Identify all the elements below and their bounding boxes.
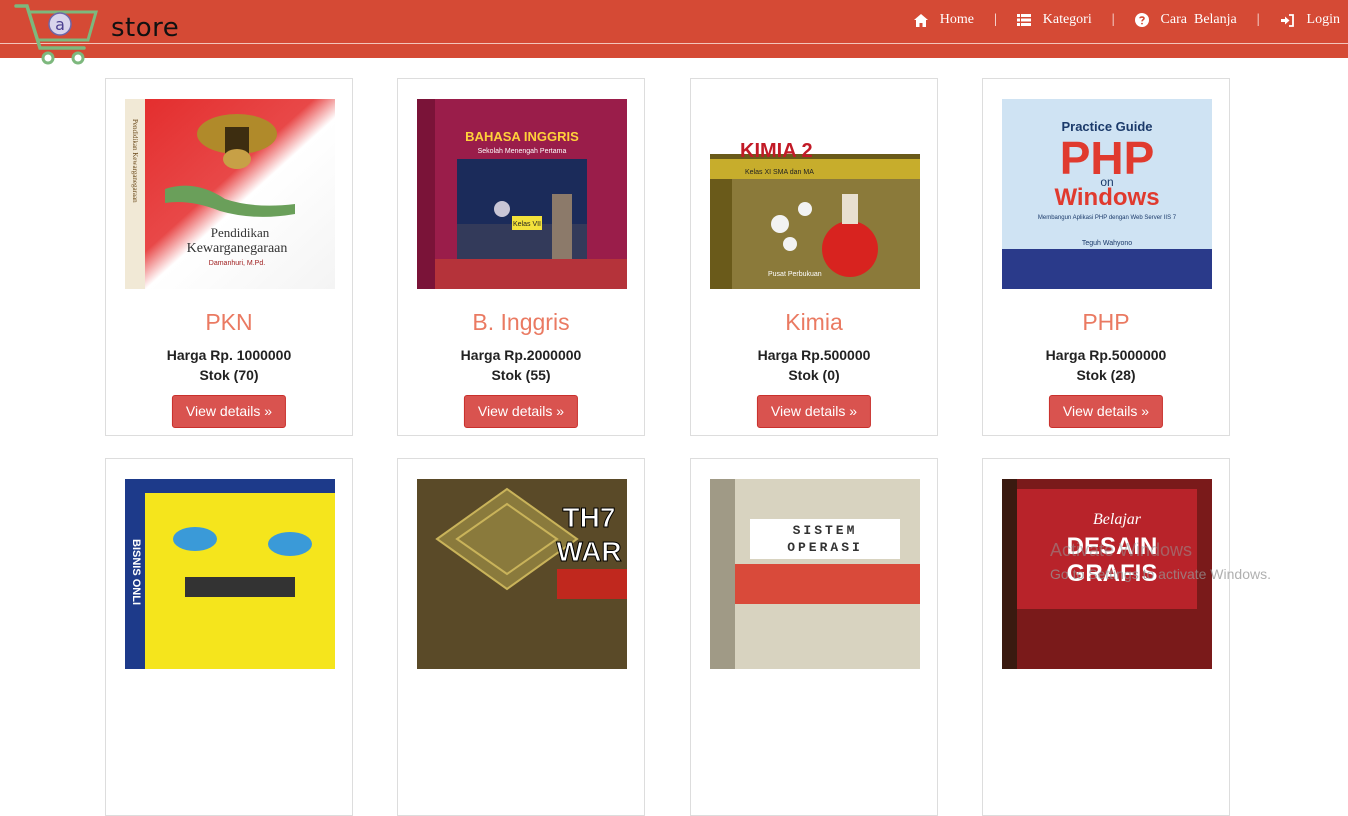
product-price: Harga Rp.2000000: [460, 347, 582, 363]
product-price: Harga Rp.500000: [757, 347, 871, 363]
svg-text:BISNIS ONLI: BISNIS ONLI: [130, 539, 142, 605]
view-details-button[interactable]: View details »: [463, 395, 579, 428]
svg-text:Kelas VII: Kelas VII: [513, 221, 541, 228]
shopping-cart-logo: a: [14, 4, 98, 65]
top-navbar: Home | Kategori | Cara Belanja | Login: [0, 0, 1348, 58]
product-cover-image[interactable]: Pendidikan Kewarganegaraan Damanhuri, M.…: [125, 99, 335, 289]
product-card-desain-grafis: Belajar DESAIN GRAFIS: [982, 458, 1230, 816]
product-cover-image[interactable]: KIMIA 2 Kelas XI SMA dan MA Pusat Perbuk…: [710, 99, 920, 289]
nav-login-label: Login: [1306, 12, 1340, 27]
product-stock: Stok (70): [199, 367, 259, 383]
product-cover-image[interactable]: BISNIS ONLI: [125, 479, 335, 669]
product-card-kimia: KIMIA 2 Kelas XI SMA dan MA Pusat Perbuk…: [690, 78, 938, 436]
nav-links: Home | Kategori | Cara Belanja | Login: [913, 0, 1340, 40]
svg-text:OPERASI: OPERASI: [787, 540, 863, 555]
navbar-divider: [0, 43, 1348, 44]
product-card-pkn: Pendidikan Kewarganegaraan Damanhuri, M.…: [105, 78, 353, 436]
svg-text:Belajar: Belajar: [1093, 511, 1142, 528]
svg-text:Pendidikan: Pendidikan: [211, 225, 270, 240]
product-card-th7-war: TH7 WAR: [397, 458, 645, 816]
product-price: Harga Rp. 1000000: [166, 347, 292, 363]
product-card-sistem-operasi: SISTEM OPERASI: [690, 458, 938, 816]
svg-text:Kewarganegaraan: Kewarganegaraan: [187, 241, 288, 256]
question-circle-icon: [1134, 13, 1149, 27]
view-details-button[interactable]: View details »: [171, 395, 287, 428]
product-card-bisnis-online: BISNIS ONLI: [105, 458, 353, 816]
svg-text:Teguh Wahyono: Teguh Wahyono: [1082, 240, 1132, 247]
product-card-b-inggris: BAHASA INGGRIS Sekolah Menengah Pertama …: [397, 78, 645, 436]
svg-text:Sekolah Menengah Pertama: Sekolah Menengah Pertama: [478, 148, 567, 155]
product-title[interactable]: B. Inggris: [398, 309, 644, 335]
logo-letter: a: [55, 15, 65, 34]
home-icon: [913, 13, 928, 27]
product-title[interactable]: Kimia: [691, 309, 937, 335]
product-title[interactable]: PKN: [106, 309, 352, 335]
nav-separator: |: [1111, 12, 1115, 27]
svg-text:BAHASA INGGRIS: BAHASA INGGRIS: [465, 129, 579, 144]
view-details-button[interactable]: View details »: [1048, 395, 1164, 428]
svg-text:Damanhuri, M.Pd.: Damanhuri, M.Pd.: [209, 260, 265, 267]
nav-separator: |: [1256, 12, 1260, 27]
nav-cara-belanja-label: Cara Belanja: [1160, 12, 1237, 27]
svg-text:SISTEM: SISTEM: [793, 523, 858, 538]
list-icon: [1016, 14, 1031, 26]
product-cover-image[interactable]: BAHASA INGGRIS Sekolah Menengah Pertama …: [417, 99, 627, 289]
product-stock: Stok (0): [788, 367, 840, 383]
product-title[interactable]: PHP: [983, 309, 1229, 335]
product-stock: Stok (55): [491, 367, 551, 383]
svg-text:KIMIA 2: KIMIA 2: [740, 140, 813, 162]
svg-text:Kelas XI SMA dan MA: Kelas XI SMA dan MA: [745, 169, 814, 176]
product-stock: Stok (28): [1076, 367, 1136, 383]
product-cover-image[interactable]: SISTEM OPERASI: [710, 479, 920, 669]
svg-text:Windows: Windows: [1054, 184, 1159, 211]
nav-home-label: Home: [939, 12, 974, 27]
nav-cara-belanja[interactable]: Cara Belanja: [1134, 12, 1237, 28]
product-cover-image[interactable]: Practice Guide PHP on Windows Membangun …: [1002, 99, 1212, 289]
brand-name: store: [111, 13, 180, 43]
product-cover-image[interactable]: TH7 WAR: [417, 479, 627, 669]
nav-home[interactable]: Home: [913, 12, 974, 28]
svg-text:Membangun Aplikasi PHP dengan: Membangun Aplikasi PHP dengan Web Server…: [1038, 215, 1177, 221]
nav-separator: |: [993, 12, 997, 27]
svg-text:Pusat Perbukuan: Pusat Perbukuan: [768, 271, 822, 278]
svg-text:WAR: WAR: [556, 536, 621, 567]
svg-text:TH7: TH7: [563, 502, 616, 533]
product-price: Harga Rp.5000000: [1045, 347, 1167, 363]
svg-text:Pendidikan Kewarganegaraan: Pendidikan Kewarganegaraan: [131, 119, 139, 203]
activate-windows-watermark-title: Activate Windows: [1050, 540, 1193, 560]
login-icon: [1280, 13, 1294, 27]
nav-kategori-label: Kategori: [1042, 12, 1092, 27]
nav-kategori[interactable]: Kategori: [1016, 12, 1092, 28]
product-card-php: Practice Guide PHP on Windows Membangun …: [982, 78, 1230, 436]
nav-login[interactable]: Login: [1280, 12, 1340, 28]
activate-windows-watermark-hint: Go to Settings to activate Windows.: [1050, 566, 1271, 582]
brand-logo[interactable]: a store: [14, 0, 184, 68]
view-details-button[interactable]: View details »: [756, 395, 872, 428]
